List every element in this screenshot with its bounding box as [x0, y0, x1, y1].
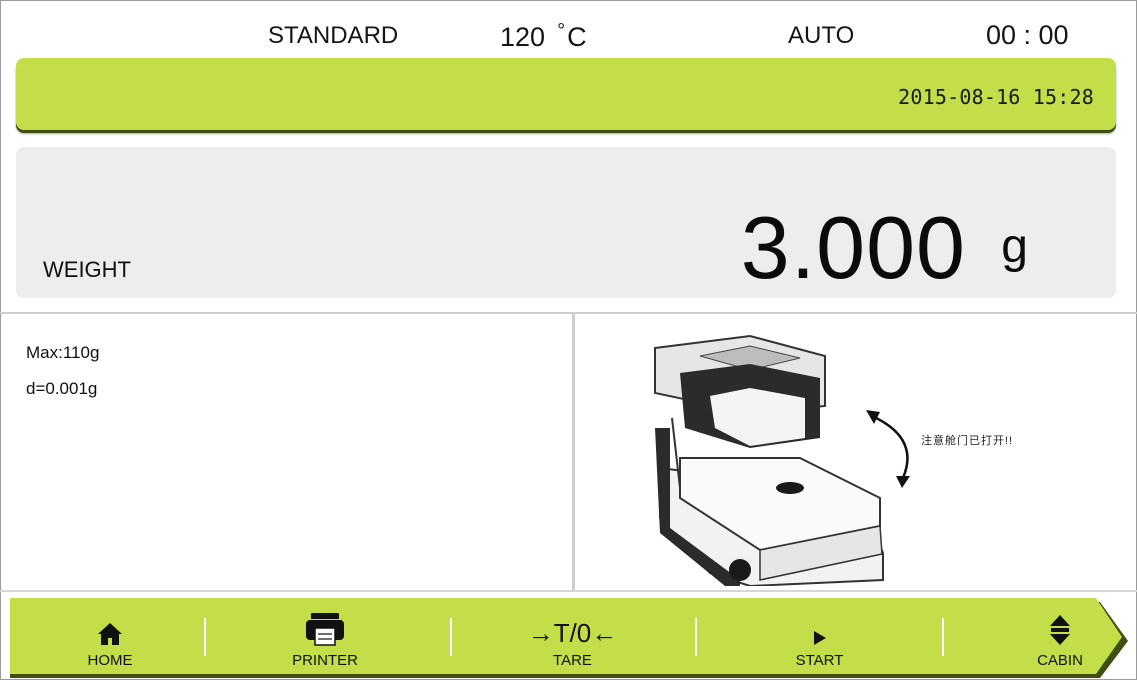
tare-button[interactable]: →T/0← TARE	[475, 596, 670, 676]
weight-value: 3.000	[740, 198, 966, 297]
weight-panel: WEIGHT 3.000 g	[16, 147, 1116, 298]
start-button[interactable]: START	[722, 596, 917, 676]
bottom-nav: HOME PRINTER →T/0← TARE START CABIN	[0, 596, 1137, 680]
spec-max-capacity: Max:110g	[26, 343, 100, 362]
up-down-arrows-icon	[1050, 615, 1070, 645]
timer-readout: 00 : 00	[986, 20, 1069, 50]
door-open-warning: 注意舱门已打开!!	[921, 435, 1014, 447]
nav-separator	[204, 618, 206, 656]
weight-label: WEIGHT	[43, 257, 131, 282]
cabin-button[interactable]: CABIN	[965, 596, 1137, 676]
tare-symbol: →T/0←	[527, 618, 618, 648]
divider-bottom	[0, 590, 1137, 592]
datetime-display: 2015-08-16 15:28	[898, 85, 1094, 109]
home-button[interactable]: HOME	[20, 596, 200, 676]
nav-separator	[695, 618, 697, 656]
tare-label: TARE	[553, 652, 592, 669]
home-label: HOME	[87, 652, 133, 669]
printer-icon	[306, 613, 344, 646]
date-bar: 2015-08-16 15:28	[16, 58, 1116, 130]
divider-middle	[572, 313, 575, 590]
divider-top	[0, 312, 1137, 314]
printer-label: PRINTER	[292, 652, 358, 669]
home-icon	[98, 623, 122, 645]
temperature-unit: C	[567, 22, 587, 52]
degree-symbol: °	[557, 20, 566, 42]
play-icon	[813, 631, 826, 645]
nav-separator	[942, 618, 944, 656]
analyzer-door-open-illustration	[654, 334, 910, 586]
weight-unit: g	[1001, 220, 1028, 273]
run-mode-label[interactable]: AUTO	[788, 22, 854, 50]
printer-button[interactable]: PRINTER	[230, 596, 420, 676]
cabin-label: CABIN	[1037, 652, 1083, 669]
temperature-value: 120	[500, 22, 546, 52]
nav-separator	[450, 618, 452, 656]
temperature-readout[interactable]: 120 °C	[500, 20, 587, 53]
start-label: START	[795, 652, 844, 669]
mode-label[interactable]: STANDARD	[268, 22, 398, 50]
spec-readability: d=0.001g	[26, 379, 98, 398]
